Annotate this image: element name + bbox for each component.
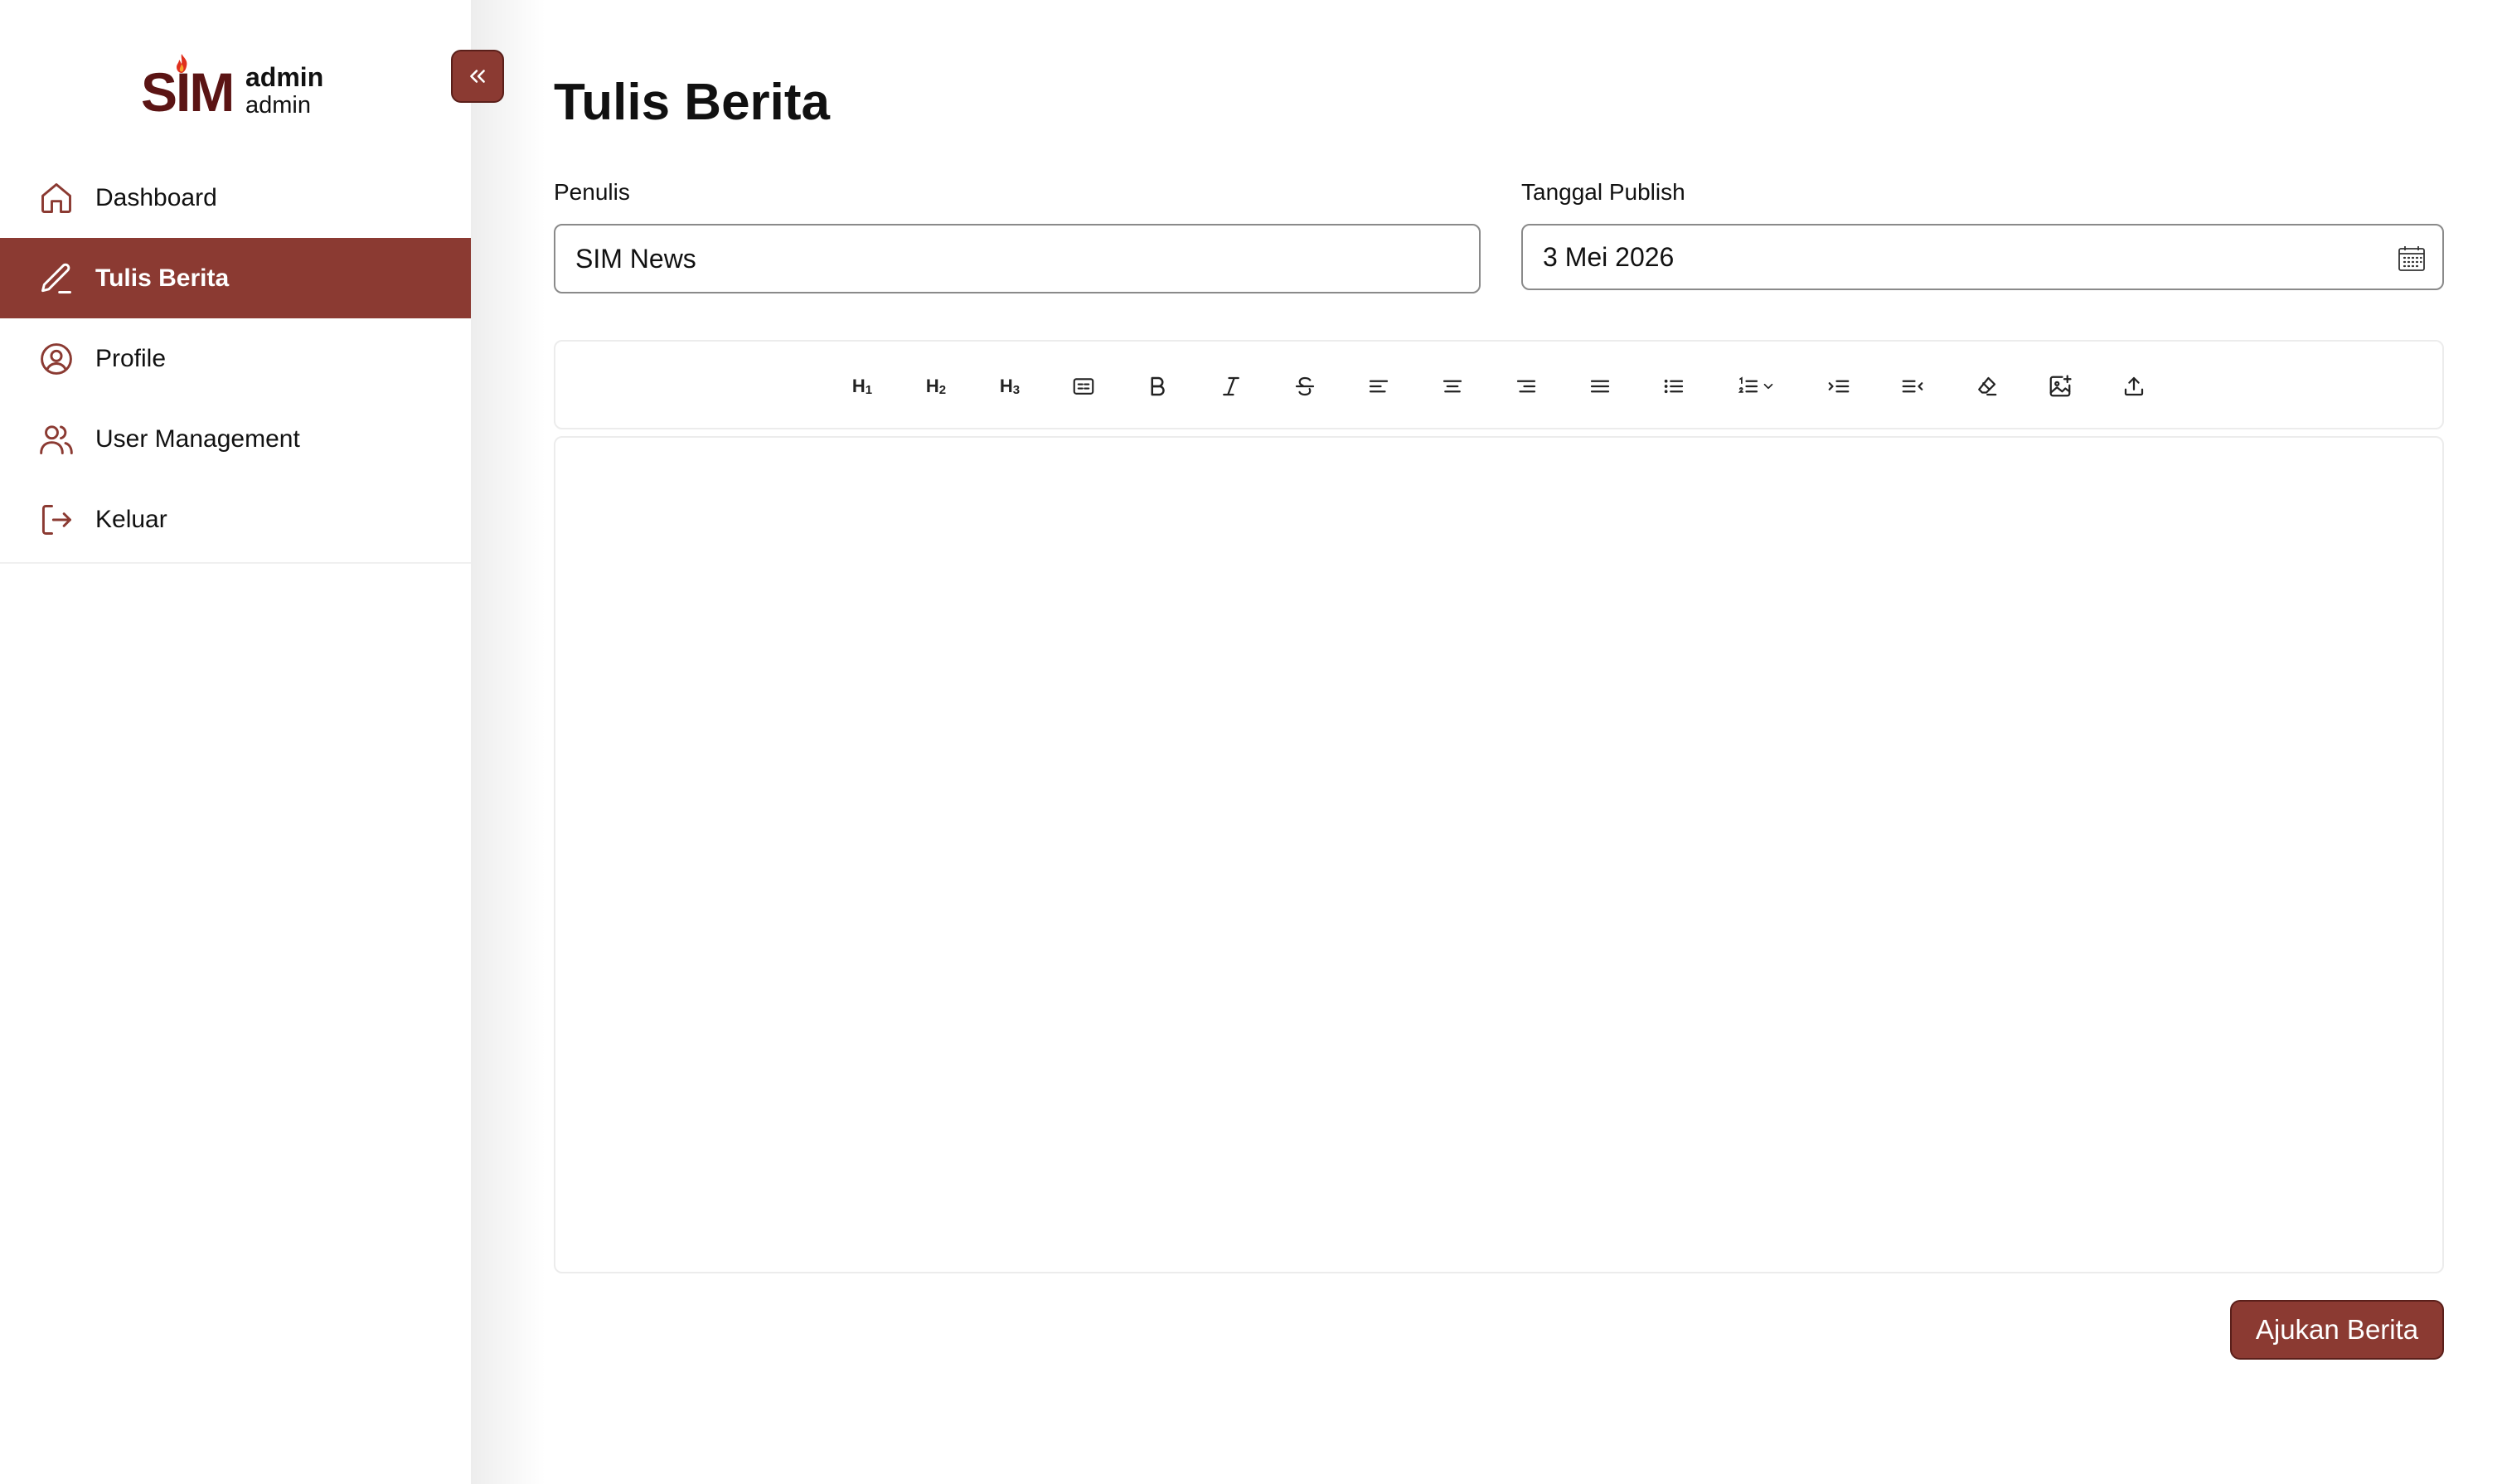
- collapse-sidebar-button[interactable]: [451, 50, 504, 103]
- bold-icon: [1151, 376, 1165, 396]
- bold-button[interactable]: [1137, 366, 1177, 406]
- tanggal-publish-input[interactable]: 3 Mei 2026: [1521, 224, 2444, 290]
- paragraph-icon: [1073, 378, 1094, 395]
- sidebar-item-label: Tulis Berita: [95, 264, 230, 292]
- insert-image-button[interactable]: [2040, 366, 2080, 406]
- heading-3-button[interactable]: H3: [990, 366, 1030, 406]
- sidebar-item-profile[interactable]: Profile: [0, 318, 471, 399]
- clear-format-button[interactable]: [1966, 366, 2006, 406]
- paragraph-button[interactable]: [1064, 366, 1103, 406]
- page-title: Tulis Berita: [554, 74, 831, 131]
- align-right-button[interactable]: [1506, 366, 1546, 406]
- sidebar-shadow: [471, 0, 545, 1484]
- sidebar-item-tulis-berita[interactable]: Tulis Berita: [0, 238, 471, 318]
- sidebar-item-label: Dashboard: [95, 183, 217, 211]
- bullet-list-button[interactable]: [1654, 366, 1694, 406]
- chevron-down-icon: [1763, 383, 1773, 390]
- bullet-list-icon: [1664, 379, 1684, 394]
- upload-button[interactable]: [2114, 366, 2154, 406]
- editor-toolbar: H1 H2 H3: [554, 340, 2444, 429]
- calendar-icon[interactable]: [2398, 245, 2426, 272]
- indent-icon: [1828, 380, 1850, 393]
- users-icon: [36, 419, 76, 459]
- home-icon: [36, 178, 76, 218]
- sidebar-item-dashboard[interactable]: Dashboard: [0, 158, 471, 238]
- italic-icon: [1223, 376, 1239, 396]
- chevrons-left-icon: [470, 70, 485, 83]
- heading-2-label: H2: [925, 376, 947, 397]
- sidebar-item-label: Profile: [95, 344, 167, 372]
- heading-2-button[interactable]: H2: [916, 366, 956, 406]
- heading-3-label: H3: [999, 376, 1021, 397]
- strikethrough-button[interactable]: [1285, 366, 1325, 406]
- indent-button[interactable]: [1819, 366, 1859, 406]
- ordered-list-button[interactable]: [1728, 366, 1784, 406]
- sidebar-item-keluar[interactable]: Keluar: [0, 479, 471, 560]
- penulis-value: SIM News: [575, 243, 696, 274]
- logo-text: SIM: [141, 61, 235, 123]
- heading-1-button[interactable]: H1: [842, 366, 882, 406]
- ajukan-berita-button[interactable]: Ajukan Berita: [2230, 1300, 2444, 1360]
- sidebar: SIM admin admin Dashboard Tulis Berita P…: [0, 0, 471, 1484]
- sidebar-divider: [0, 562, 471, 564]
- clear-format-icon: [1978, 376, 1997, 396]
- tanggal-publish-value: 3 Mei 2026: [1543, 241, 1675, 272]
- align-left-icon: [1369, 380, 1389, 393]
- user-role: admin: [245, 91, 311, 119]
- editor-content-area[interactable]: [554, 436, 2444, 1273]
- penulis-label: Penulis: [554, 179, 630, 205]
- sim-logo: SIM: [141, 53, 235, 128]
- align-center-button[interactable]: [1433, 366, 1472, 406]
- sidebar-item-label: Keluar: [95, 505, 167, 533]
- sidebar-item-label: User Management: [95, 424, 300, 453]
- pencil-icon: [36, 259, 76, 298]
- sidebar-nav: Dashboard Tulis Berita Profile User Mana…: [0, 158, 471, 564]
- outdent-button[interactable]: [1893, 366, 1932, 406]
- ordered-list-icon: [1738, 376, 1758, 393]
- logout-icon: [36, 500, 76, 540]
- align-left-button[interactable]: [1359, 366, 1399, 406]
- align-justify-button[interactable]: [1580, 366, 1620, 406]
- brand: SIM admin admin: [141, 53, 323, 128]
- outdent-icon: [1902, 380, 1923, 393]
- insert-image-icon: [2049, 375, 2072, 397]
- sidebar-item-user-management[interactable]: User Management: [0, 399, 471, 479]
- user-circle-icon: [36, 339, 76, 379]
- strikethrough-icon: [1295, 376, 1315, 396]
- user-name: admin: [245, 61, 324, 92]
- user-info: admin admin: [245, 64, 323, 118]
- italic-button[interactable]: [1211, 366, 1251, 406]
- align-center-icon: [1443, 380, 1462, 393]
- tanggal-publish-label: Tanggal Publish: [1521, 179, 1685, 205]
- align-justify-icon: [1590, 380, 1610, 393]
- align-right-icon: [1516, 380, 1536, 393]
- heading-1-label: H1: [851, 376, 873, 397]
- upload-icon: [2124, 376, 2144, 396]
- penulis-input[interactable]: SIM News: [554, 224, 1481, 293]
